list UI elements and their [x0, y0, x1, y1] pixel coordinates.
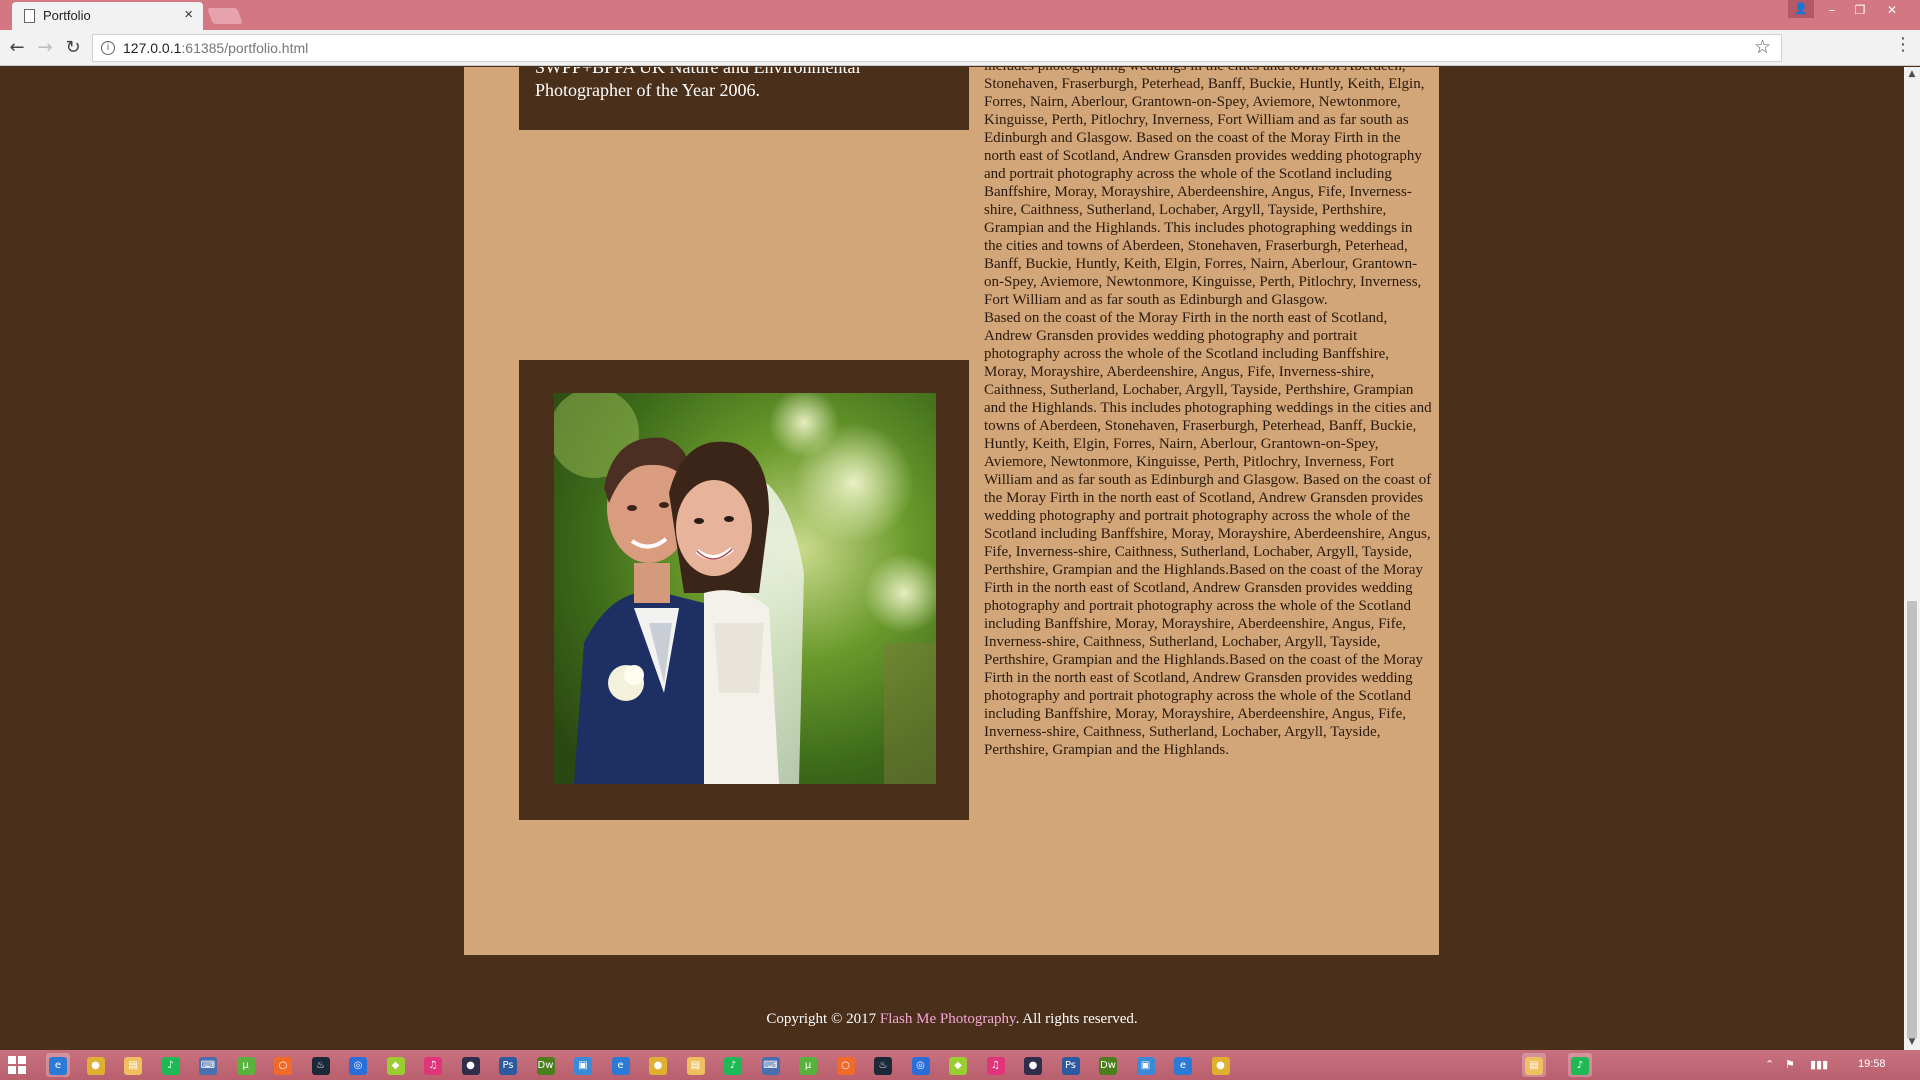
back-arrow-icon[interactable]: ←: [5, 36, 29, 60]
chrome-icon[interactable]: ●: [84, 1053, 108, 1077]
tray-chevron-icon[interactable]: ⌃: [1765, 1058, 1774, 1071]
app-icon[interactable]: ◆: [384, 1053, 408, 1077]
footer-prefix: Copyright © 2017: [766, 1011, 880, 1027]
footer-brand-link[interactable]: Flash Me Photography: [880, 1011, 1016, 1027]
flag-icon[interactable]: ⚑: [1785, 1058, 1795, 1071]
new-tab-button[interactable]: [207, 8, 243, 24]
bookmark-star-icon[interactable]: ☆: [1754, 36, 1771, 58]
reload-icon[interactable]: ↻: [61, 36, 85, 60]
steam-icon[interactable]: ♨: [309, 1053, 333, 1077]
utorrent-icon[interactable]: µ: [234, 1053, 258, 1077]
dreamweaver-icon[interactable]: Dw: [534, 1053, 558, 1077]
game-icon[interactable]: ◆: [946, 1053, 970, 1077]
award-box: SWPP+BPPA UK Nature and Environmental Ph…: [519, 67, 969, 130]
game-icon[interactable]: ●: [1021, 1053, 1045, 1077]
paragraph: Based on the coast of the Moray Firth in…: [984, 310, 1432, 758]
evernote-icon[interactable]: ♪: [159, 1053, 183, 1077]
explorer-window-icon[interactable]: ▤: [1522, 1053, 1546, 1077]
app-icon[interactable]: ▣: [571, 1053, 595, 1077]
uplay-icon[interactable]: ◎: [346, 1053, 370, 1077]
game-icon[interactable]: µ: [796, 1053, 820, 1077]
scroll-thumb[interactable]: [1907, 601, 1917, 1038]
game-icon[interactable]: Ps: [1059, 1053, 1083, 1077]
origin-icon[interactable]: ○: [271, 1053, 295, 1077]
page-icon: [24, 9, 35, 23]
photoshop-icon[interactable]: Ps: [496, 1053, 520, 1077]
close-window-button[interactable]: ✕: [1878, 0, 1906, 22]
game-icon[interactable]: ♪: [721, 1053, 745, 1077]
game-icon[interactable]: Dw: [1096, 1053, 1120, 1077]
obs-icon[interactable]: ●: [459, 1053, 483, 1077]
tab-title: Portfolio: [43, 8, 91, 23]
scroll-up-arrow-icon[interactable]: ▲: [1904, 69, 1920, 79]
footer-suffix: . All rights reserved.: [1015, 1011, 1138, 1027]
wedding-photo: [554, 393, 936, 784]
game-icon[interactable]: ○: [834, 1053, 858, 1077]
game-icon[interactable]: ▣: [1134, 1053, 1158, 1077]
game-icon[interactable]: ▤: [684, 1053, 708, 1077]
profile-icon[interactable]: 👤: [1788, 0, 1814, 18]
file-explorer-icon[interactable]: ▤: [121, 1053, 145, 1077]
keyboard-icon[interactable]: ⌨: [196, 1053, 220, 1077]
forward-arrow-icon[interactable]: →: [33, 36, 57, 60]
tab-portfolio[interactable]: Portfolio ×: [12, 2, 203, 30]
restore-button[interactable]: ❐: [1846, 0, 1874, 22]
info-icon[interactable]: i: [101, 41, 115, 55]
game-icon[interactable]: ♨: [871, 1053, 895, 1077]
page-viewport: SWPP+BPPA UK Nature and Environmental Ph…: [0, 67, 1904, 1050]
address-bar[interactable]: i 127.0.0.1:61385/portfolio.html ☆: [92, 34, 1782, 62]
clock[interactable]: 19:58: [1858, 1058, 1886, 1070]
scroll-down-arrow-icon[interactable]: ▼: [1904, 1037, 1920, 1047]
award-text: SWPP+BPPA UK Nature and Environmental Ph…: [535, 67, 861, 100]
itunes-icon[interactable]: ♫: [421, 1053, 445, 1077]
content-panel: SWPP+BPPA UK Nature and Environmental Ph…: [464, 67, 1439, 955]
url-text[interactable]: 127.0.0.1:61385/portfolio.html: [123, 40, 308, 56]
game-icon[interactable]: e: [609, 1053, 633, 1077]
windows-taskbar: e ● ▤ ♪ ⌨ µ ○ ♨ ◎ ◆ ♫ ● Ps Dw ▣ e ● ▤ ♪ ⌨ µ ○ ♨ ◎ ◆ ♫ ● Ps Dw ▣ e ● ▤ ♪ ⌃…: [0, 1050, 1920, 1080]
game-icon[interactable]: e: [1171, 1053, 1195, 1077]
game-icon[interactable]: ♫: [984, 1053, 1008, 1077]
game-icon[interactable]: ◎: [909, 1053, 933, 1077]
menu-dots-icon[interactable]: ⋮: [1894, 34, 1912, 55]
vertical-scrollbar[interactable]: ▲ ▼: [1904, 67, 1920, 1050]
photo-frame: [519, 360, 969, 820]
network-icon[interactable]: ▮▮▮: [1810, 1058, 1828, 1071]
app-icon[interactable]: ●: [1209, 1053, 1233, 1077]
footer-copyright: Copyright © 2017 Flash Me Photography. A…: [0, 1011, 1904, 1028]
body-text: includes photographing weddings in the c…: [984, 67, 1434, 759]
game-icon[interactable]: ⌨: [759, 1053, 783, 1077]
wedding-photo-image: [554, 393, 936, 784]
chrome-window-icon[interactable]: ♪: [1568, 1053, 1592, 1077]
internet-explorer-icon[interactable]: e: [46, 1053, 70, 1077]
game-icon[interactable]: ●: [646, 1053, 670, 1077]
browser-toolbar: ← → ↻ i 127.0.0.1:61385/portfolio.html ☆…: [0, 30, 1920, 66]
windows-start-icon[interactable]: [8, 1056, 26, 1074]
paragraph: includes photographing weddings in the c…: [984, 67, 1425, 308]
window-titlebar: Portfolio × 👤 – ❐ ✕: [0, 0, 1920, 30]
minimize-button[interactable]: –: [1818, 0, 1846, 22]
tab-close-icon[interactable]: ×: [184, 6, 193, 23]
